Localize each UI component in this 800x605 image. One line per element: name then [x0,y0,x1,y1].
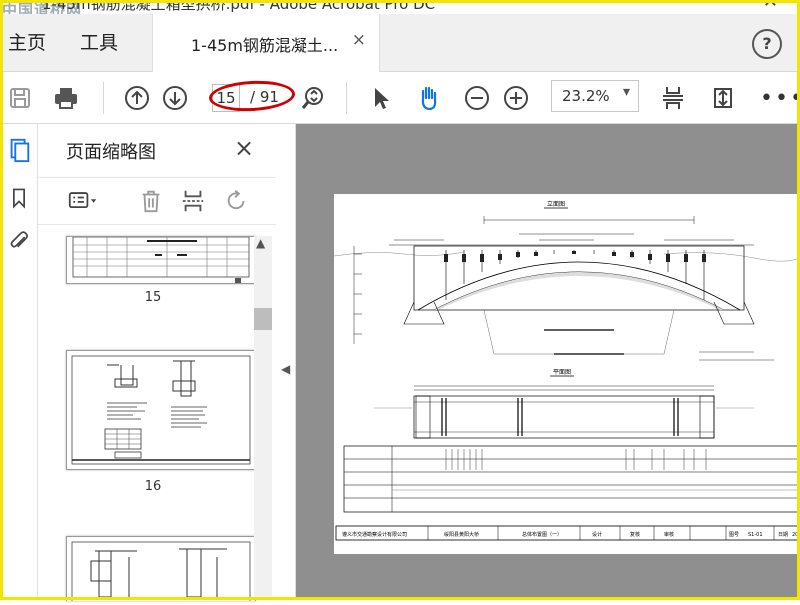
footer-company: 遵义市交通勘察设计有限公司 [342,531,407,538]
left-navigation-rail [0,124,38,600]
thumbnail-label-16: 16 [144,479,162,494]
panel-collapse-strip: ◀ [276,124,296,600]
zoom-out-icon[interactable] [460,81,494,115]
title-bar: 中国道桥网 1-45m钢筋混凝土箱型拱桥.pdf - Adobe Acrobat… [0,0,800,14]
fit-page-icon[interactable] [656,81,690,115]
collapse-panel-icon[interactable]: ◀ [281,362,290,376]
thumbnail-page-16[interactable] [66,350,256,470]
select-tool-icon[interactable] [364,81,398,115]
main-toolbar: 15 / 91 23.2% ▾ ••• [0,72,800,124]
next-page-icon[interactable] [158,81,192,115]
footer-no-value: S1-01 [748,532,763,538]
pdf-page: 立面图 平面图 遵义市交通勘察设计有限公司 绥阳县黄阳大桥 总体布置图（一） 设… [334,194,800,554]
more-options-icon[interactable]: ••• [760,86,800,111]
zoom-select[interactable]: 23.2% ▾ [551,80,639,112]
insert-page-icon[interactable] [178,186,208,216]
footer-project: 绥阳县黄阳大桥 [444,531,479,538]
footer-check: 复核 [630,531,640,538]
thumbnail-scrollbar[interactable]: ▲ [254,236,272,600]
zoom-in-icon[interactable] [499,81,533,115]
document-tab[interactable]: 1-45m钢筋混凝土... × [152,14,380,72]
thumbnail-label-15: 15 [144,290,162,305]
tab-home[interactable]: 主页 [8,28,46,55]
page-thumbnails-icon[interactable] [5,136,33,164]
tab-tools[interactable]: 工具 [80,28,118,55]
full-screen-icon[interactable] [706,81,740,115]
bookmark-icon[interactable] [5,184,33,212]
tab-bar: 主页 工具 1-45m钢筋混凝土... × ? [0,14,800,72]
thumbnail-page-17[interactable] [66,536,256,603]
document-tab-label: 1-45m钢筋混凝土... [191,36,339,55]
toolbar-separator [103,82,104,114]
zoom-value: 23.2% [562,87,610,105]
document-tab-close-icon[interactable]: × [352,30,366,50]
footer-review: 审核 [664,531,674,538]
footer-sheet: 总体布置图（一） [522,531,562,538]
delete-page-icon[interactable] [136,186,166,216]
bridge-drawing: 立面图 平面图 遵义市交通勘察设计有限公司 绥阳县黄阳大桥 总体布置图（一） 设… [334,194,800,554]
window-close-icon[interactable]: ✕ [763,0,778,12]
previous-page-icon[interactable] [120,81,154,115]
chevron-down-icon: ▾ [622,84,630,100]
footer-date: 日期 [778,532,788,538]
save-icon[interactable] [3,81,37,115]
scroll-thumb[interactable] [254,308,272,330]
attachment-icon[interactable] [5,228,33,256]
document-viewer[interactable]: 立面图 平面图 遵义市交通勘察设计有限公司 绥阳县黄阳大桥 总体布置图（一） 设… [296,124,800,600]
footer-date-value: 201 [792,532,800,538]
hand-tool-icon[interactable] [412,81,446,115]
window-title: 1-45m钢筋混凝土箱型拱桥.pdf - Adobe Acrobat Pro D… [42,0,436,13]
panel-close-icon[interactable]: × [234,134,254,162]
zoom-search-icon[interactable] [296,81,330,115]
thumbnail-options-icon[interactable] [68,186,98,216]
print-icon[interactable] [49,81,83,115]
scroll-up-icon[interactable]: ▲ [256,236,265,250]
help-icon[interactable]: ? [752,29,782,59]
elevation-title: 立面图 [547,200,565,208]
page-thumbnails-panel: 页面缩略图 × 15 16 ▲ [38,124,276,603]
footer-design: 设计 [592,531,602,538]
panel-toolbar [38,177,276,225]
panel-title: 页面缩略图 [66,142,156,163]
thumbnail-page-15[interactable] [66,236,256,284]
toolbar-separator [346,82,347,114]
rotate-page-icon[interactable] [222,186,252,216]
footer-drawing-no: 图号 [729,532,739,538]
plan-title: 平面图 [553,369,571,376]
